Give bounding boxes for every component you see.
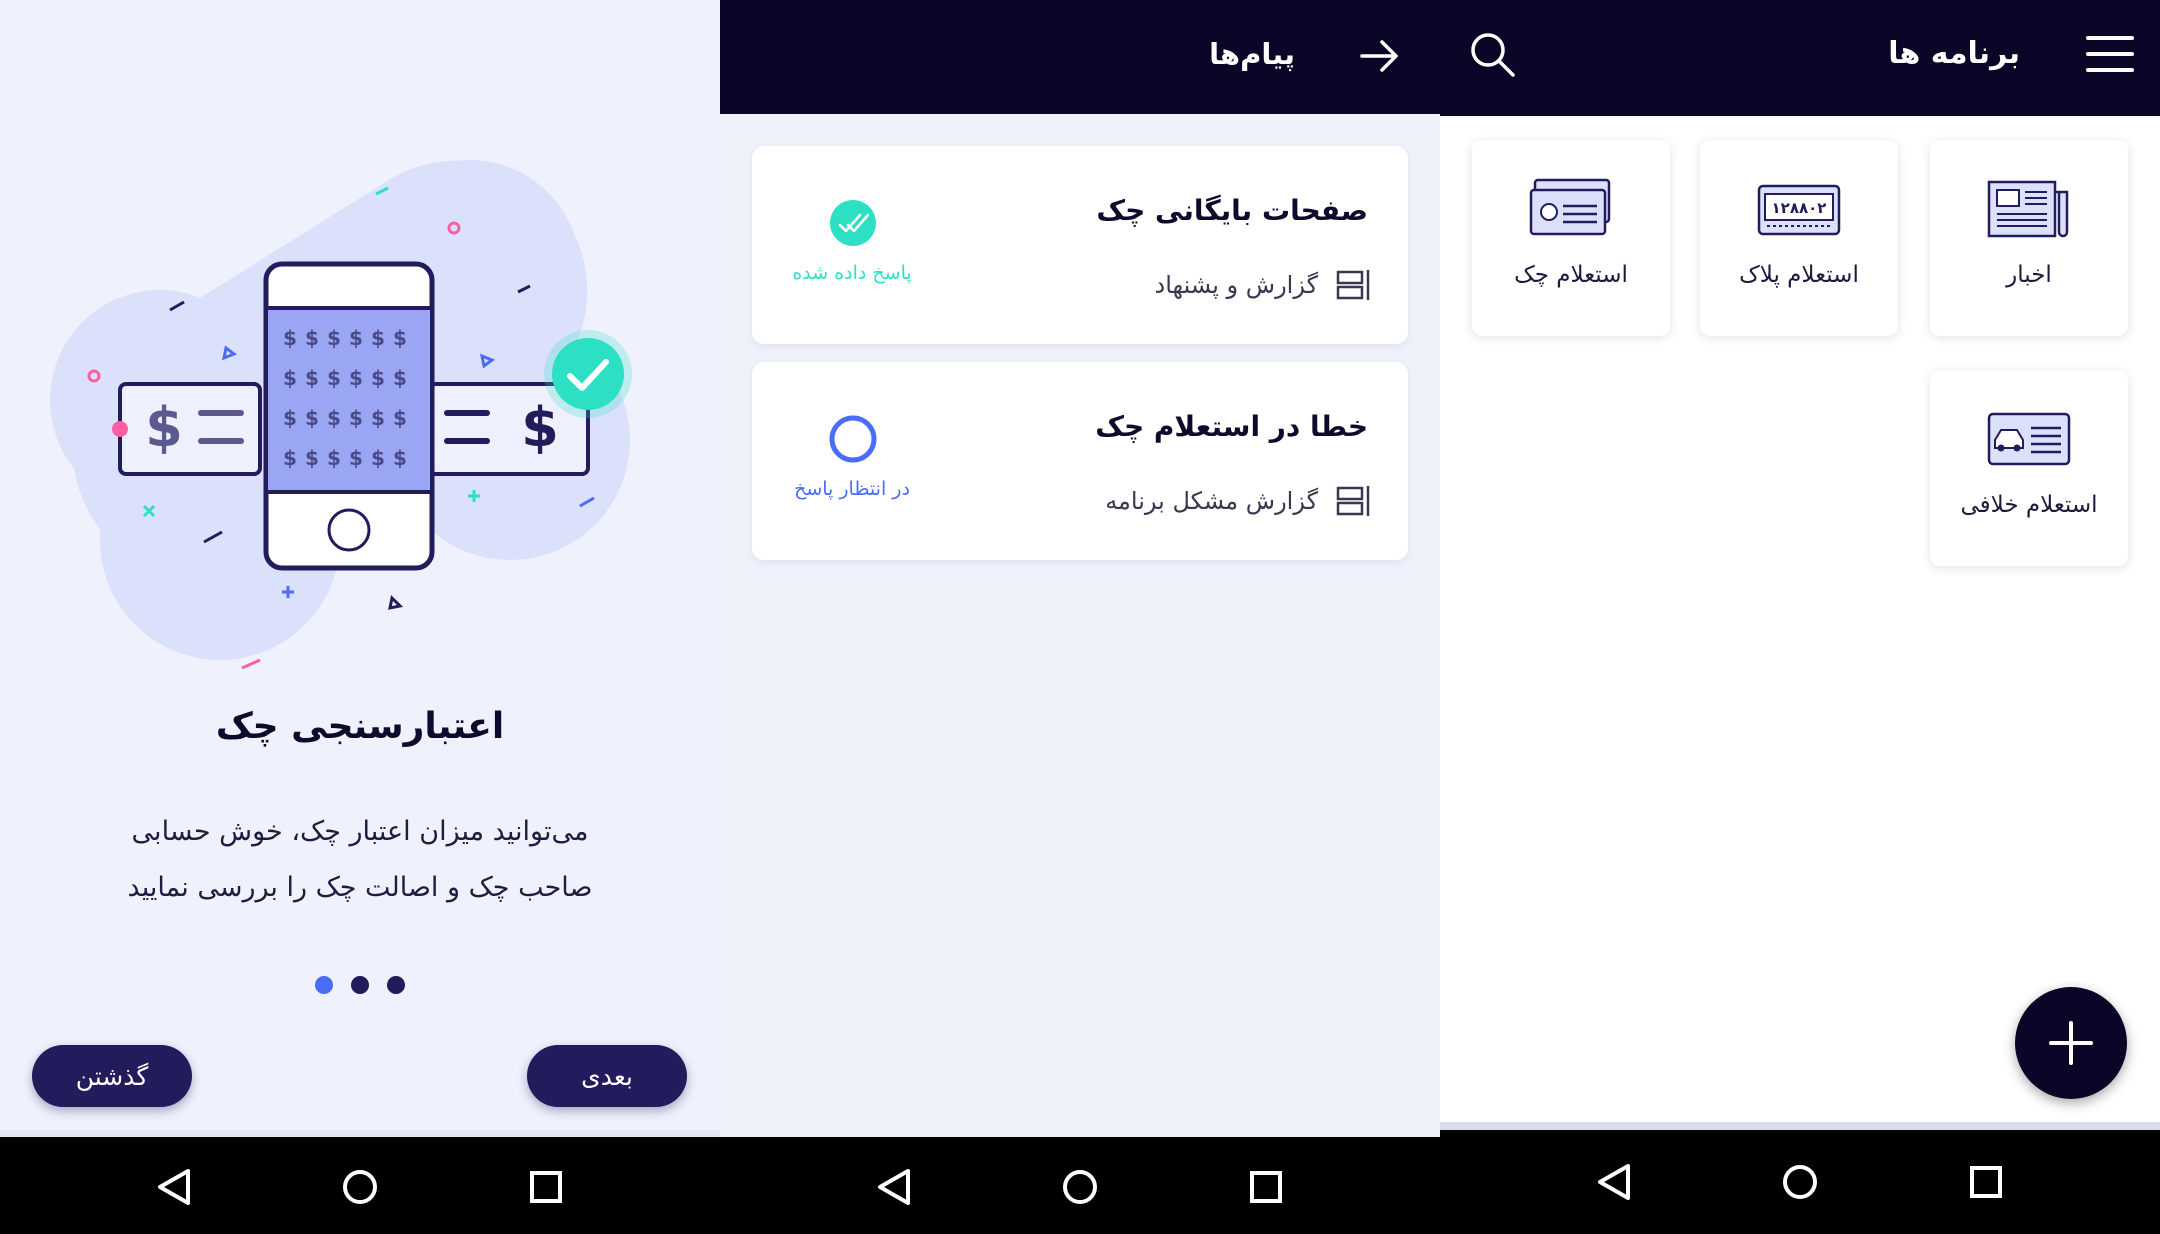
- app-label: اخبار: [2006, 262, 2052, 288]
- onboarding-description-line1: می‌توانید میزان اعتبار چک، خوش حسابی: [131, 816, 589, 847]
- svg-text:$: $: [327, 326, 341, 350]
- pagination-dot[interactable]: [351, 976, 369, 994]
- nav-recents-button[interactable]: [1956, 1152, 2016, 1212]
- app-tile-violation-inquiry[interactable]: استعلام خلافی: [1930, 370, 2128, 566]
- hamburger-menu-icon[interactable]: [2086, 34, 2134, 74]
- message-title: خطا در استعلام چک: [1095, 410, 1368, 443]
- messages-app-bar: پیام‌ها: [720, 0, 1440, 114]
- nav-back-button[interactable]: [1584, 1152, 1644, 1212]
- svg-text:$: $: [349, 326, 363, 350]
- apps-app-bar: برنامه ها: [1440, 0, 2160, 116]
- square-recents-icon: [530, 1171, 562, 1203]
- message-category: گزارش و پشنهاد: [1154, 271, 1318, 299]
- nav-home-button[interactable]: [1050, 1157, 1110, 1217]
- circle-home-icon: [1783, 1165, 1817, 1199]
- svg-text:$: $: [393, 366, 407, 390]
- message-category: گزارش مشکل برنامه: [1105, 487, 1318, 515]
- message-status: در انتظار پاسخ: [794, 478, 910, 500]
- nav-home-button[interactable]: [1770, 1152, 1830, 1212]
- svg-text:$: $: [327, 406, 341, 430]
- messages-screen: پیام‌ها صفحات بایگانی چک گزارش و پشنهاد …: [720, 0, 1440, 1234]
- next-button[interactable]: بعدی: [527, 1045, 687, 1107]
- plus-icon: [2049, 1021, 2093, 1065]
- svg-text:$: $: [393, 326, 407, 350]
- license-plate-icon: ۱۲۸۸۰۲: [1757, 184, 1841, 236]
- triangle-back-icon: [158, 1169, 190, 1205]
- app-tile-cheque-inquiry[interactable]: استعلام چک: [1472, 140, 1670, 336]
- pending-circle-icon: [829, 415, 877, 463]
- illus-dollar-left: $: [145, 396, 183, 459]
- svg-text:$: $: [327, 446, 341, 470]
- svg-text:$: $: [371, 406, 385, 430]
- svg-text:$: $: [327, 366, 341, 390]
- car-card-icon: [1987, 412, 2071, 466]
- nav-home-button[interactable]: [330, 1157, 390, 1217]
- message-card[interactable]: خطا در استعلام چک گزارش مشکل برنامه در ا…: [752, 362, 1408, 560]
- circle-home-icon: [1063, 1170, 1097, 1204]
- cheque-icon: [1529, 178, 1611, 236]
- divider: [1440, 1122, 2160, 1130]
- app-label: استعلام چک: [1514, 262, 1628, 288]
- svg-text:$: $: [393, 446, 407, 470]
- pagination-dot[interactable]: [387, 976, 405, 994]
- svg-text:$: $: [371, 446, 385, 470]
- triangle-back-icon: [878, 1169, 910, 1205]
- svg-text:$: $: [305, 326, 319, 350]
- svg-text:$: $: [305, 406, 319, 430]
- nav-back-button[interactable]: [144, 1157, 204, 1217]
- system-nav-bar: [720, 1137, 1440, 1234]
- nav-recents-button[interactable]: [516, 1157, 576, 1217]
- messages-title: پیام‌ها: [1209, 37, 1295, 71]
- svg-text:$: $: [349, 366, 363, 390]
- category-icon: [1336, 270, 1370, 300]
- app-tile-plate-inquiry[interactable]: ۱۲۸۸۰۲ استعلام پلاک: [1700, 140, 1898, 336]
- divider: [0, 1130, 720, 1137]
- add-fab-button[interactable]: [2015, 987, 2127, 1099]
- onboarding-title: اعتبارسنجی چک: [215, 706, 505, 747]
- svg-text:$: $: [305, 366, 319, 390]
- svg-text:$: $: [371, 326, 385, 350]
- search-icon[interactable]: [1468, 30, 1516, 78]
- double-check-icon: [830, 200, 876, 246]
- svg-text:$: $: [371, 366, 385, 390]
- pagination-dots: [0, 976, 720, 994]
- newspaper-icon: [1987, 180, 2069, 238]
- svg-text:$: $: [349, 406, 363, 430]
- svg-text:$: $: [283, 446, 297, 470]
- onboarding-screen: $ $ $ $ $ $ $ $ $ $ $ $ $ $ $ $ $ $ $ $ $ $ $ $ $ $ اعتبارسن…: [0, 0, 720, 1234]
- pagination-dot[interactable]: [315, 976, 333, 994]
- apps-screen: برنامه ها اخبار ۱۲۸۸۰۲ استعلام پلاک استع…: [1440, 0, 2160, 1234]
- svg-text:$: $: [349, 446, 363, 470]
- onboarding-description: می‌توانید میزان اعتبار چک، خوش حسابی صاح…: [90, 804, 630, 916]
- app-tile-news[interactable]: اخبار: [1930, 140, 2128, 336]
- app-label: استعلام خلافی: [1960, 492, 2098, 518]
- system-nav-bar: [0, 1137, 720, 1234]
- illus-dollar-right: $: [521, 396, 559, 459]
- svg-text:$: $: [283, 366, 297, 390]
- cheque-validation-illustration: $ $ $ $ $ $ $ $ $ $ $ $ $ $ $ $ $ $ $ $ $ $ $ $ $ $: [50, 160, 632, 670]
- message-title: صفحات بایگانی چک: [1096, 194, 1368, 227]
- svg-text:$: $: [305, 446, 319, 470]
- svg-text:$: $: [393, 406, 407, 430]
- message-status: پاسخ داده شده: [792, 262, 912, 284]
- arrow-right-icon[interactable]: [1358, 34, 1402, 78]
- skip-button[interactable]: گذشتن: [32, 1045, 192, 1107]
- message-card[interactable]: صفحات بایگانی چک گزارش و پشنهاد پاسخ داد…: [752, 146, 1408, 344]
- square-recents-icon: [1970, 1166, 2002, 1198]
- nav-back-button[interactable]: [864, 1157, 924, 1217]
- plate-number: ۱۲۸۸۰۲: [1772, 199, 1827, 217]
- category-icon: [1336, 486, 1370, 516]
- system-nav-bar: [1440, 1130, 2160, 1234]
- nav-recents-button[interactable]: [1236, 1157, 1296, 1217]
- app-label: استعلام پلاک: [1739, 262, 1859, 288]
- apps-title: برنامه ها: [1888, 36, 2020, 71]
- square-recents-icon: [1250, 1171, 1282, 1203]
- svg-text:$: $: [283, 406, 297, 430]
- triangle-back-icon: [1598, 1164, 1630, 1200]
- circle-home-icon: [343, 1170, 377, 1204]
- onboarding-description-line2: صاحب چک و اصالت چک را بررسی نمایید: [127, 872, 593, 903]
- svg-text:$: $: [283, 326, 297, 350]
